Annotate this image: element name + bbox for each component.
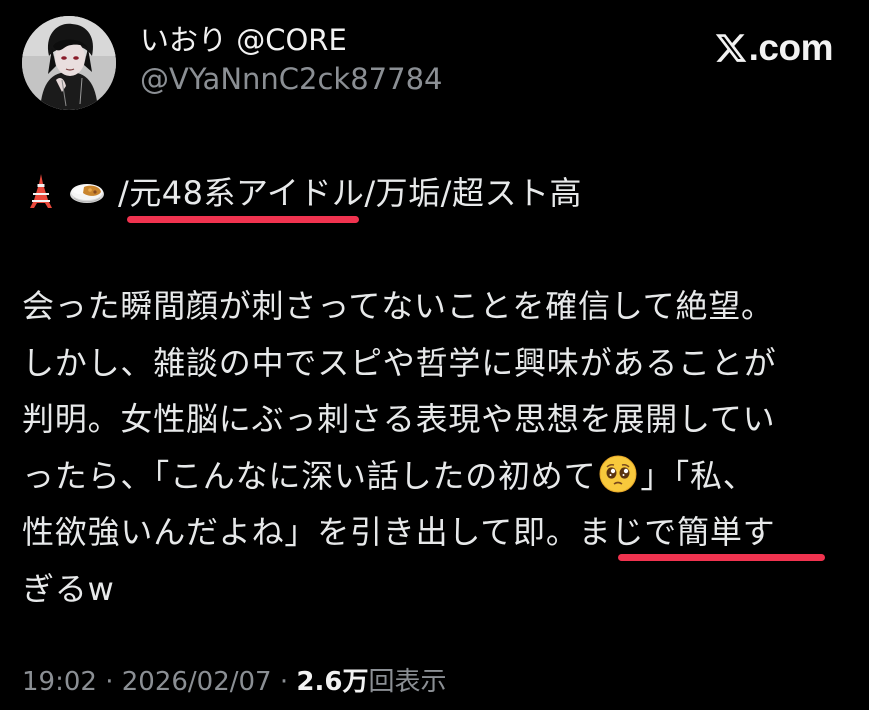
meta-separator: ·	[271, 667, 297, 697]
body-line: 性欲強いんだよね」を引き出して即。まじで簡単す	[22, 513, 776, 551]
body-line: ぎるw	[22, 569, 115, 608]
body-line-part: ったら、「こんなに深い話したの初めて	[22, 456, 597, 495]
tokyo-tower-icon	[30, 174, 52, 208]
tweet-meta: 19:02 · 2026/02/07 · 2.6万回表示	[22, 660, 446, 704]
user-handle[interactable]: @VYaNnnC2ck87784	[140, 60, 442, 98]
body-line: 会った瞬間顔が刺さってないことを確信して絶望。	[22, 287, 774, 325]
tweet-body: 会った瞬間顔が刺さってないことを確信して絶望。 しかし、雑談の中でスピや哲学に興…	[22, 278, 852, 617]
body-line-part: 」「私、	[640, 456, 756, 495]
body-line: しかし、雑談の中でスピや哲学に興味があることが	[22, 343, 777, 382]
avatar[interactable]	[22, 16, 116, 110]
tweet-date[interactable]: 2026/02/07	[122, 667, 272, 697]
view-count[interactable]: 2.6万	[296, 667, 368, 697]
display-name[interactable]: いおり @CORE	[140, 22, 442, 58]
bio-line: /元48系アイドル/万垢/超スト高	[22, 168, 582, 214]
x-brand-logo: .com	[714, 27, 834, 68]
bio-text: /元48系アイドル/万垢/超スト高	[118, 174, 582, 212]
curry-rice-icon	[70, 184, 104, 203]
user-info: いおり @CORE @VYaNnnC2ck87784	[140, 22, 442, 98]
view-label: 回表示	[368, 667, 447, 697]
tweet-time[interactable]: 19:02	[22, 667, 97, 697]
highlight-underline	[618, 554, 825, 561]
tweet-header: いおり @CORE @VYaNnnC2ck87784 .com	[22, 16, 847, 112]
brand-domain-text: .com	[748, 27, 834, 68]
pleading-face-icon	[599, 455, 637, 492]
body-line: ったら、「こんなに深い話したの初めて 」「私、	[22, 448, 852, 505]
body-line: 判明。女性脳にぶっ刺さる表現や思想を展開してい	[22, 400, 776, 438]
x-logo-icon	[715, 34, 746, 62]
avatar-image	[22, 16, 116, 110]
meta-separator: ·	[96, 667, 122, 697]
highlight-underline	[127, 216, 359, 223]
